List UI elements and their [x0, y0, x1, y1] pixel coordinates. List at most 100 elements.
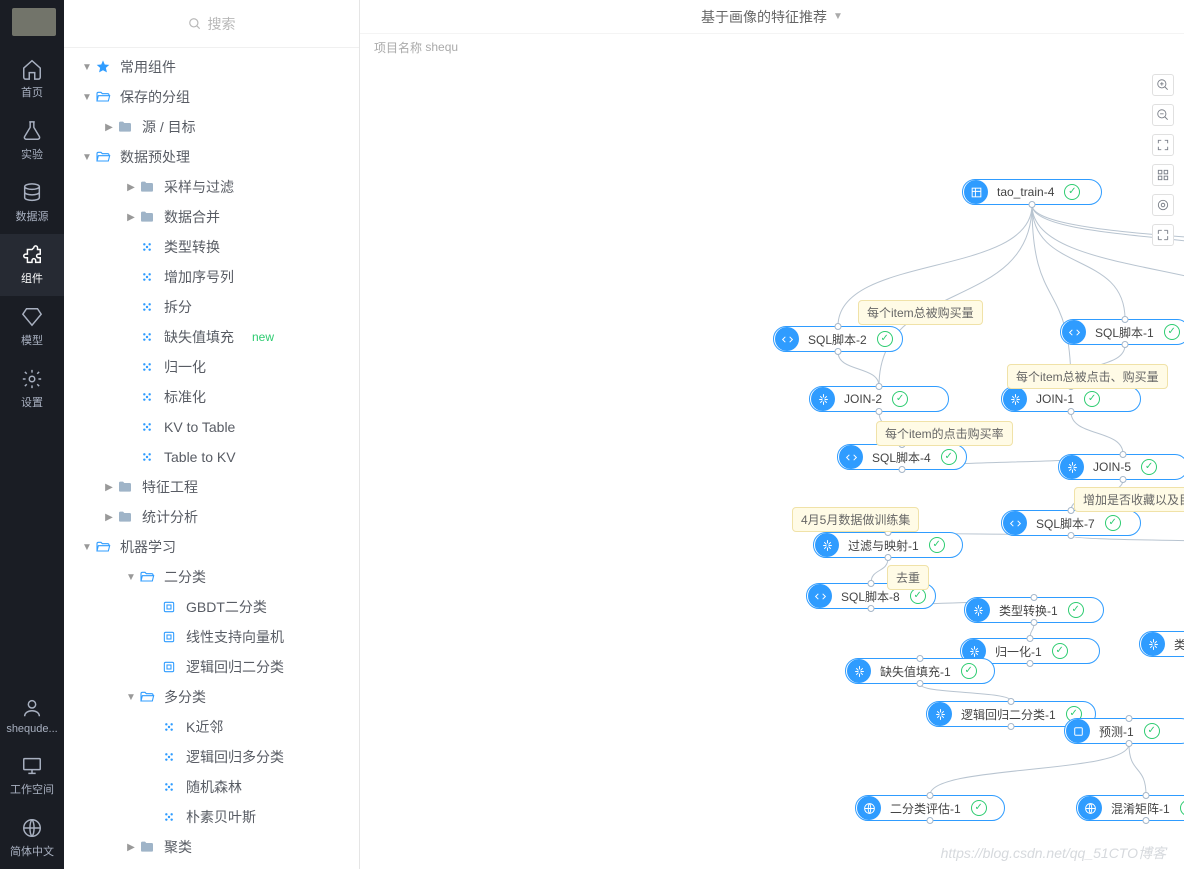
workflow-node[interactable]: SQL脚本-7 [1001, 510, 1141, 536]
tree-item[interactable]: ▼ 保存的分组 [64, 82, 359, 112]
tree-item[interactable]: ▶ 特征工程 [64, 472, 359, 502]
tree-item[interactable]: 逻辑回归多分类 [64, 742, 359, 772]
status-success-icon [941, 449, 957, 465]
circle-button[interactable] [1152, 194, 1174, 216]
status-success-icon [961, 663, 977, 679]
status-success-icon [1068, 602, 1084, 618]
caret-icon: ▼ [80, 152, 94, 163]
zoom-out-button[interactable] [1152, 104, 1174, 126]
rail-lang[interactable]: 简体中文 [0, 807, 64, 869]
caret-icon: ▼ [124, 692, 138, 703]
rail-comp[interactable]: 组件 [0, 234, 64, 296]
workflow-canvas[interactable]: https://blog.csdn.net/qq_51CTO博客 tao_tra… [360, 60, 1184, 869]
status-success-icon [1144, 723, 1160, 739]
spark-icon [811, 387, 835, 411]
tree-item[interactable]: ▼ 二分类 [64, 562, 359, 592]
search-input[interactable]: 搜索 [64, 0, 359, 48]
code-icon [775, 327, 799, 351]
tree-item[interactable]: ▶ 源 / 目标 [64, 112, 359, 142]
component-tree[interactable]: ▼ 常用组件 ▼ 保存的分组 ▶ 源 / 目标 ▼ 数据预处理 ▶ 采样与过滤 … [64, 48, 359, 869]
workflow-node[interactable]: 二分类评估-1 [855, 795, 1005, 821]
tree-item[interactable]: ▶ 采样与过滤 [64, 172, 359, 202]
spark-icon [1141, 632, 1165, 656]
tree-item[interactable]: ▼ 多分类 [64, 682, 359, 712]
workflow-node[interactable]: 类型转换-1 [964, 597, 1104, 623]
workflow-node[interactable]: 类型转换-2 [1139, 631, 1184, 657]
expand-button[interactable] [1152, 224, 1174, 246]
status-success-icon [929, 537, 945, 553]
workflow-node[interactable]: JOIN-1 [1001, 386, 1141, 412]
tree-item[interactable]: 标准化 [64, 382, 359, 412]
dots-icon [138, 448, 156, 466]
status-success-icon [877, 331, 893, 347]
code-icon [839, 445, 863, 469]
folder-icon [138, 838, 156, 856]
workflow-node[interactable]: JOIN-5 [1058, 454, 1184, 480]
top-title-dropdown[interactable]: 基于画像的特征推荐 ▼ [360, 0, 1184, 34]
tree-item[interactable]: ▼ 数据预处理 [64, 142, 359, 172]
new-badge: new [252, 330, 274, 344]
workflow-node[interactable]: 过滤与映射-1 [813, 532, 963, 558]
tree-item[interactable]: K近邻 [64, 712, 359, 742]
tree-item[interactable]: 逻辑回归二分类 [64, 652, 359, 682]
logo [0, 0, 64, 48]
annotation-label: 每个item的点击购买率 [876, 421, 1013, 446]
caret-icon: ▶ [102, 482, 116, 493]
tree-item[interactable]: 朴素贝叶斯 [64, 802, 359, 832]
folder-icon [138, 178, 156, 196]
tree-item[interactable]: KV to Table [64, 412, 359, 442]
tree-item[interactable]: 归一化 [64, 352, 359, 382]
code-icon [808, 584, 832, 608]
status-success-icon [1084, 391, 1100, 407]
tree-item[interactable]: ▶ 统计分析 [64, 502, 359, 532]
tree-item[interactable]: ▼ 机器学习 [64, 532, 359, 562]
status-success-icon [1052, 643, 1068, 659]
workflow-node[interactable]: tao_train-4 [962, 179, 1102, 205]
caret-icon: ▶ [102, 122, 116, 133]
nav-rail: 首页 实验 数据源 组件 模型 设置 shequde... 工作空间 简体中文 [0, 0, 64, 869]
box-icon [160, 658, 178, 676]
workflow-node[interactable]: SQL脚本-4 [837, 444, 967, 470]
rail-home[interactable]: 首页 [0, 48, 64, 110]
tree-item[interactable]: ▼ 常用组件 [64, 52, 359, 82]
tree-item[interactable]: 拆分 [64, 292, 359, 322]
tree-item[interactable]: 增加序号列 [64, 262, 359, 292]
tree-item[interactable]: 线性支持向量机 [64, 622, 359, 652]
rail-model[interactable]: 模型 [0, 296, 64, 358]
workflow-node[interactable]: SQL脚本-1 [1060, 319, 1184, 345]
dots-icon [138, 388, 156, 406]
rail-user[interactable]: shequde... [0, 687, 64, 745]
rail-ws[interactable]: 工作空间 [0, 745, 64, 807]
grid-button[interactable] [1152, 164, 1174, 186]
rail-exp[interactable]: 实验 [0, 110, 64, 172]
table-icon [964, 180, 988, 204]
tree-item[interactable]: Table to KV [64, 442, 359, 472]
rail-ds[interactable]: 数据源 [0, 172, 64, 234]
workflow-node[interactable]: JOIN-2 [809, 386, 949, 412]
spark-icon [847, 659, 871, 683]
tree-item[interactable]: 类型转换 [64, 232, 359, 262]
workflow-node[interactable]: 缺失值填充-1 [845, 658, 995, 684]
dots-icon [160, 748, 178, 766]
workflow-node[interactable]: 混淆矩阵-1 [1076, 795, 1184, 821]
code-icon [1062, 320, 1086, 344]
status-success-icon [1141, 459, 1157, 475]
watermark: https://blog.csdn.net/qq_51CTO博客 [941, 843, 1166, 863]
workflow-node[interactable]: 预测-1 [1064, 718, 1184, 744]
dots-icon [160, 808, 178, 826]
tree-item[interactable]: GBDT二分类 [64, 592, 359, 622]
tree-item[interactable]: 缺失值填充 new [64, 322, 359, 352]
globe-icon [1078, 796, 1102, 820]
dots-icon [138, 298, 156, 316]
tree-item[interactable]: ▶ 聚类 [64, 832, 359, 862]
caret-icon: ▶ [124, 842, 138, 853]
dots-icon [138, 268, 156, 286]
fit-button[interactable] [1152, 134, 1174, 156]
workflow-node[interactable]: SQL脚本-2 [773, 326, 903, 352]
tree-item[interactable]: 随机森林 [64, 772, 359, 802]
chevron-down-icon: ▼ [833, 11, 843, 22]
zoom-in-button[interactable] [1152, 74, 1174, 96]
tree-item[interactable]: ▶ 数据合并 [64, 202, 359, 232]
rail-set[interactable]: 设置 [0, 358, 64, 420]
main-panel: 基于画像的特征推荐 ▼ 项目名称 shequ https://blog.csdn… [360, 0, 1184, 869]
